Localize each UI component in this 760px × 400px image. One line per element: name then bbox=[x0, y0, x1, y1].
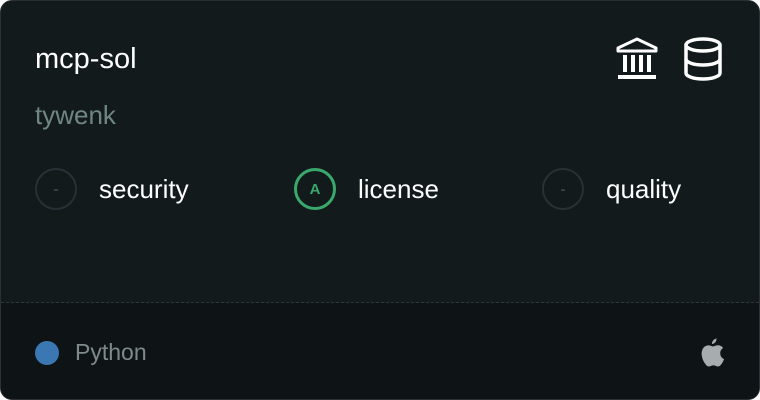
quality-badge: - bbox=[542, 168, 584, 210]
license-label: license bbox=[358, 173, 439, 204]
license-badge: A bbox=[294, 168, 336, 210]
apple-icon bbox=[699, 337, 725, 367]
bank-icon bbox=[615, 36, 659, 82]
score-row: - security A license - quality bbox=[35, 165, 735, 213]
security-label: security bbox=[99, 173, 189, 204]
database-icon bbox=[681, 36, 725, 82]
server-title[interactable]: mcp-sol bbox=[35, 39, 137, 79]
server-owner[interactable]: tywenk bbox=[35, 97, 116, 133]
license-score[interactable]: A license bbox=[294, 165, 439, 213]
security-badge: - bbox=[35, 168, 77, 210]
card-footer: Python bbox=[1, 303, 759, 399]
quality-score[interactable]: - quality bbox=[542, 165, 681, 213]
header-icons bbox=[615, 36, 725, 82]
language-tag: Python bbox=[35, 339, 147, 366]
language-name: Python bbox=[75, 339, 147, 365]
server-card[interactable]: mcp-sol tywenk - security A license - qu… bbox=[0, 0, 760, 400]
language-color-dot bbox=[35, 340, 59, 365]
security-score[interactable]: - security bbox=[35, 165, 189, 213]
quality-label: quality bbox=[606, 173, 682, 204]
